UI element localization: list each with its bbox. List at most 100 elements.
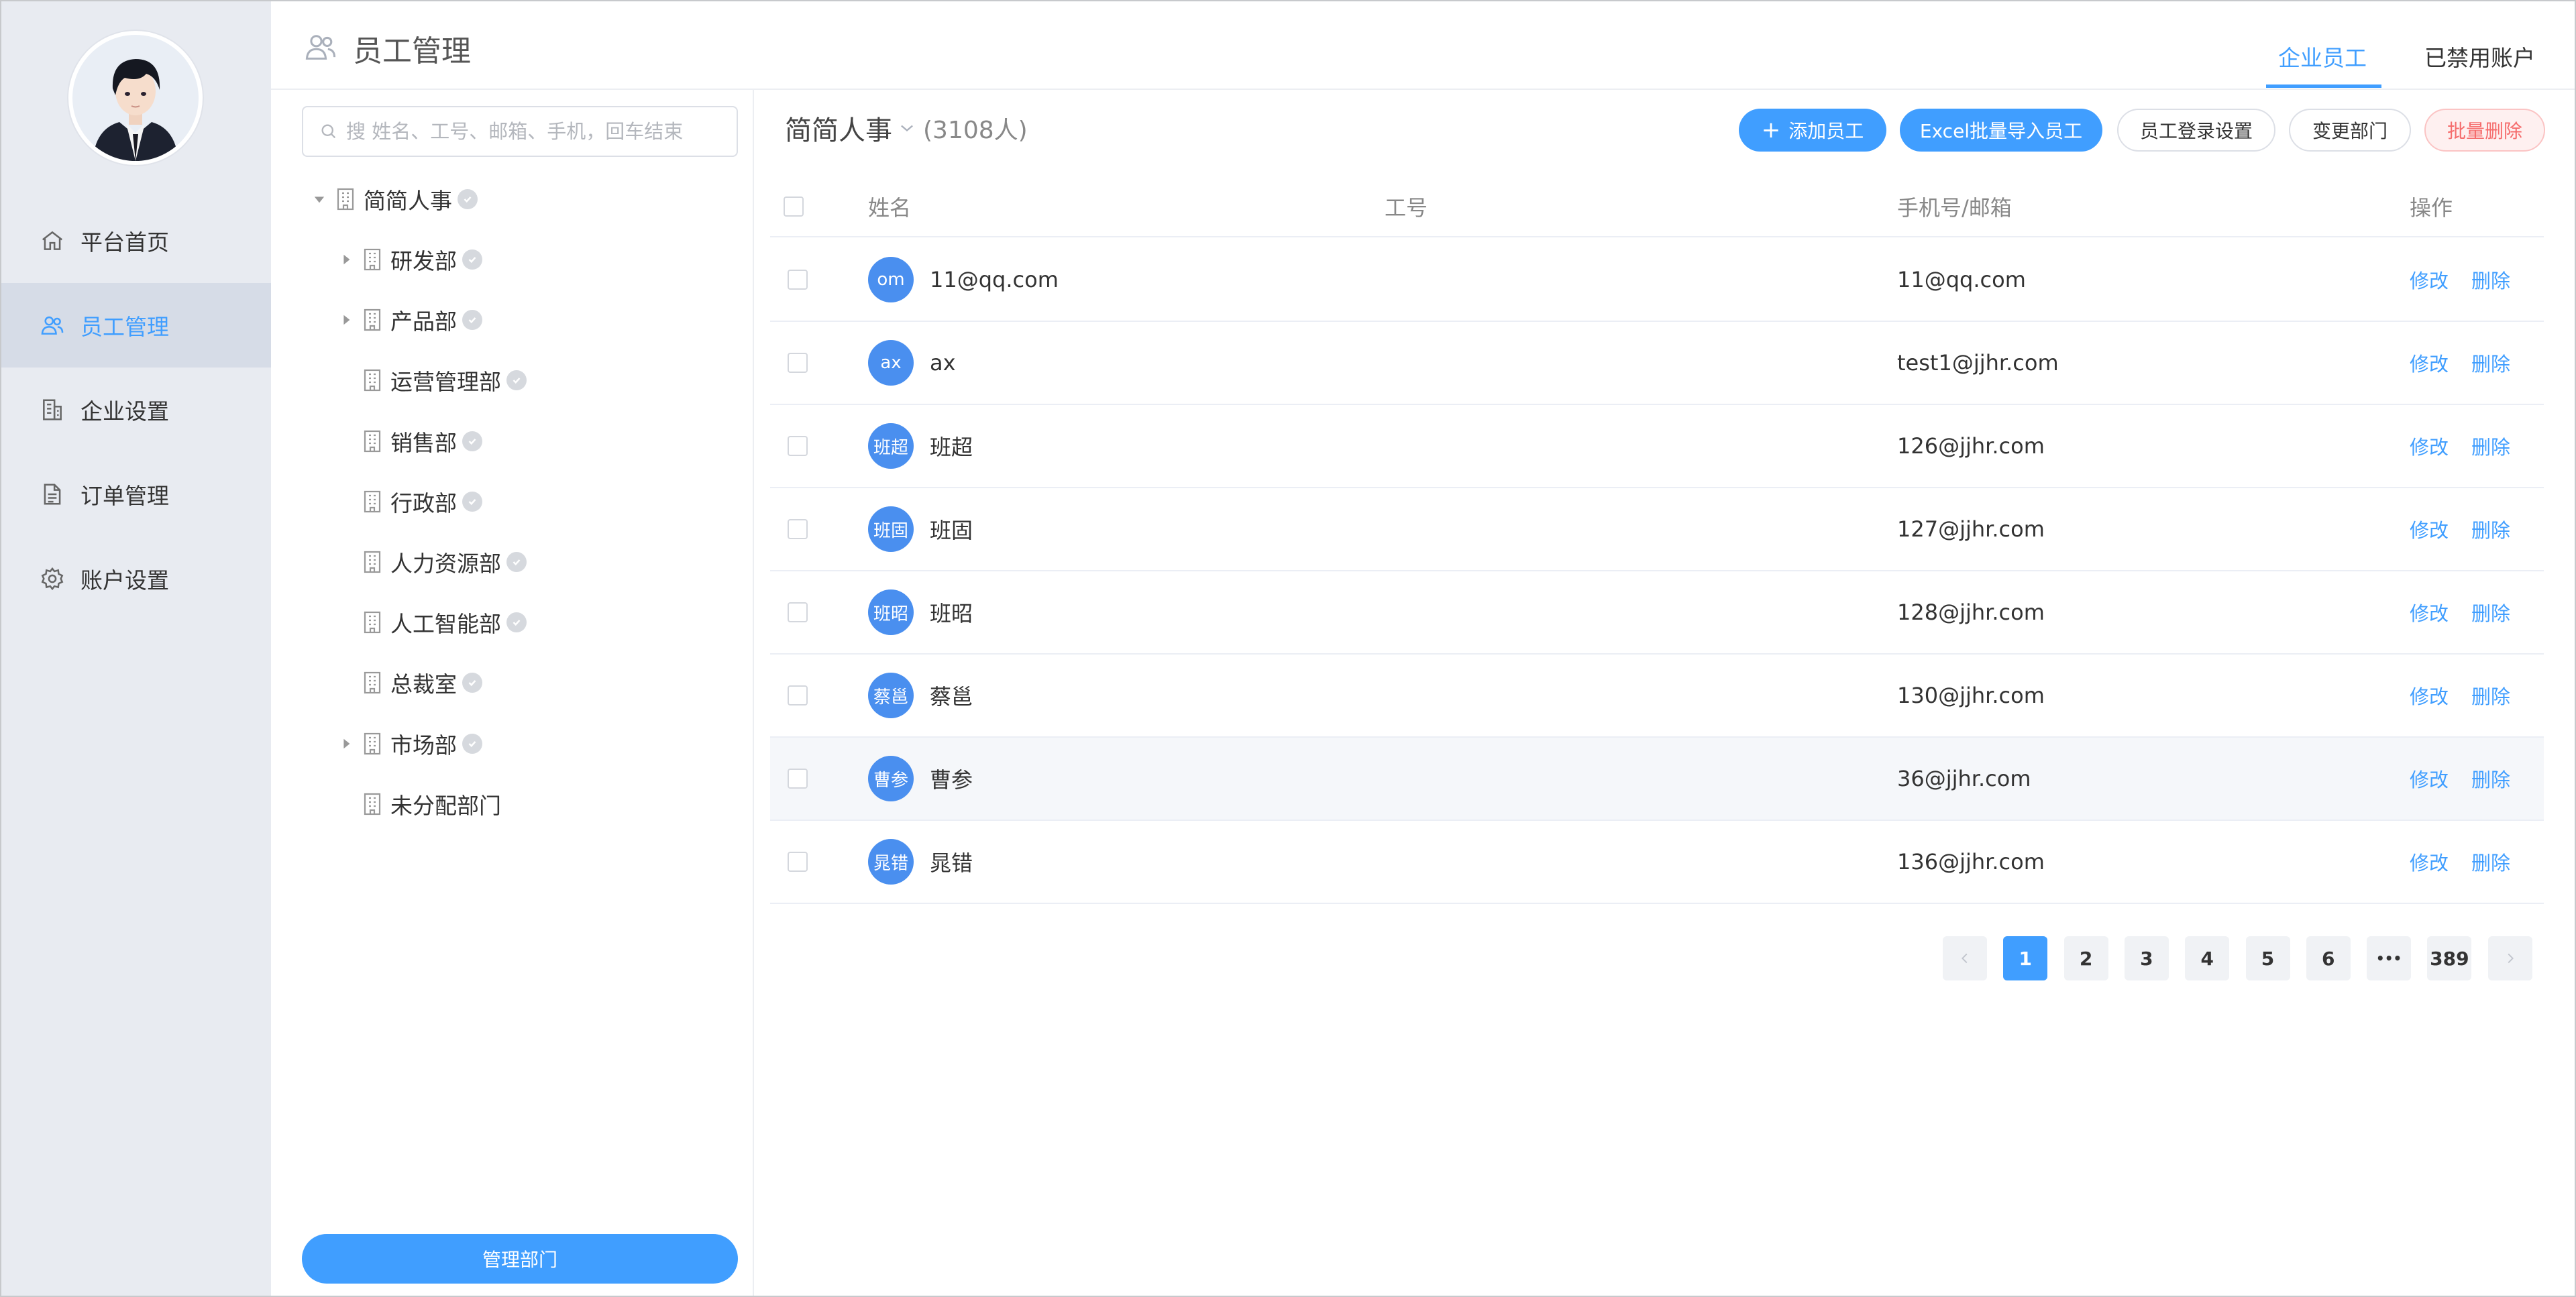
manage-departments-button[interactable]: 管理部门 <box>302 1234 738 1284</box>
tree-node-department[interactable]: 研发部 <box>338 239 482 280</box>
tree-node-department[interactable]: 人工智能部 <box>338 602 527 642</box>
delete-link[interactable]: 删除 <box>2471 765 2510 793</box>
row-checkbox[interactable] <box>788 602 808 622</box>
caret-right-icon[interactable] <box>338 251 354 268</box>
delete-link[interactable]: 删除 <box>2471 515 2510 543</box>
check-circle-icon[interactable] <box>462 673 482 693</box>
check-circle-icon[interactable] <box>506 370 527 391</box>
page-button[interactable]: 5 <box>2245 936 2290 980</box>
caret-placeholder <box>338 494 354 510</box>
delete-link[interactable]: 删除 <box>2471 432 2510 460</box>
page-ellipsis[interactable]: ••• <box>2367 936 2412 980</box>
page-button[interactable]: 3 <box>2124 936 2169 980</box>
tree-node-label: 产品部 <box>390 308 457 335</box>
row-checkbox[interactable] <box>788 769 808 789</box>
check-circle-icon[interactable] <box>462 491 482 512</box>
edit-link[interactable]: 修改 <box>2410 681 2449 710</box>
tree-node-department[interactable]: 行政部 <box>338 482 482 522</box>
column-operations: 操作 <box>2410 195 2453 221</box>
caret-placeholder <box>338 675 354 691</box>
next-page-button[interactable] <box>2487 936 2532 980</box>
tree-node-label: 销售部 <box>390 429 457 456</box>
department-panel: 简简人事研发部产品部运营管理部销售部行政部人力资源部人工智能部总裁室市场部未分配… <box>271 90 754 1297</box>
tree-node-department[interactable]: 销售部 <box>338 421 482 461</box>
edit-link[interactable]: 修改 <box>2410 598 2449 626</box>
chevron-down-icon[interactable] <box>898 119 916 137</box>
row-checkbox[interactable] <box>788 519 808 539</box>
page-button[interactable]: 2 <box>2063 936 2108 980</box>
add-employee-button[interactable]: + 添加员工 <box>1739 109 1886 152</box>
caret-right-icon[interactable] <box>338 312 354 328</box>
edit-link[interactable]: 修改 <box>2410 848 2449 876</box>
caret-down-icon[interactable] <box>311 191 327 207</box>
change-department-button[interactable]: 变更部门 <box>2289 109 2411 152</box>
tab-active-employees[interactable]: 企业员工 <box>2278 40 2367 72</box>
delete-link[interactable]: 删除 <box>2471 266 2510 294</box>
page-button[interactable]: 6 <box>2306 936 2351 980</box>
row-checkbox[interactable] <box>788 852 808 872</box>
page-title: 员工管理 <box>353 34 471 68</box>
check-circle-icon[interactable] <box>462 733 482 754</box>
tree-node-department[interactable]: 人力资源部 <box>338 542 527 582</box>
page-button-last[interactable]: 389 <box>2427 936 2472 980</box>
excel-import-button[interactable]: Excel批量导入员工 <box>1900 109 2102 152</box>
delete-link[interactable]: 删除 <box>2471 598 2510 626</box>
login-settings-button[interactable]: 员工登录设置 <box>2117 109 2275 152</box>
search-input[interactable] <box>346 120 722 143</box>
employee-name: 班昭 <box>930 601 973 626</box>
operations-cell: 修改 删除 <box>2410 655 2510 736</box>
row-checkbox[interactable] <box>788 353 808 373</box>
search-box <box>302 106 738 157</box>
row-checkbox-cell <box>788 738 808 820</box>
employee-name: 曹参 <box>930 767 973 793</box>
page-button[interactable]: 4 <box>2185 936 2230 980</box>
delete-link[interactable]: 删除 <box>2471 681 2510 710</box>
check-circle-icon[interactable] <box>462 249 482 270</box>
users-icon <box>39 312 66 339</box>
tree-node-department[interactable]: 产品部 <box>338 300 482 340</box>
nav-item-company-settings[interactable]: 企业设置 <box>0 368 271 452</box>
edit-link[interactable]: 修改 <box>2410 266 2449 294</box>
row-checkbox[interactable] <box>788 270 808 290</box>
nav-item-home[interactable]: 平台首页 <box>0 199 271 283</box>
gear-icon <box>39 565 66 592</box>
page-button[interactable]: 1 <box>2003 936 2048 980</box>
edit-link[interactable]: 修改 <box>2410 765 2449 793</box>
employee-contact: 127@jjhr.com <box>1897 516 2045 542</box>
nav-item-label: 订单管理 <box>80 483 169 509</box>
delete-link[interactable]: 删除 <box>2471 848 2510 876</box>
delete-link[interactable]: 删除 <box>2471 349 2510 377</box>
edit-link[interactable]: 修改 <box>2410 349 2449 377</box>
check-circle-icon[interactable] <box>462 310 482 331</box>
check-circle-icon[interactable] <box>462 431 482 451</box>
caret-placeholder <box>338 433 354 449</box>
caret-right-icon[interactable] <box>338 736 354 752</box>
edit-link[interactable]: 修改 <box>2410 432 2449 460</box>
tree-node-root[interactable]: 简简人事 <box>311 179 478 219</box>
check-circle-icon[interactable] <box>458 189 478 209</box>
building-icon <box>362 611 382 634</box>
nav-item-orders[interactable]: 订单管理 <box>0 452 271 537</box>
tab-disabled-accounts[interactable]: 已禁用账户 <box>2424 40 2535 72</box>
row-checkbox[interactable] <box>788 685 808 706</box>
tree-node-department[interactable]: 总裁室 <box>338 663 482 703</box>
table-row: 曹参 曹参 36@jjhr.com 修改 删除 <box>770 738 2544 821</box>
nav-item-account-settings[interactable]: 账户设置 <box>0 537 271 621</box>
batch-delete-button[interactable]: 批量删除 <box>2424 109 2545 152</box>
nav-item-employees[interactable]: 员工管理 <box>0 283 271 368</box>
tree-node-department[interactable]: 未分配部门 <box>338 784 501 824</box>
user-avatar[interactable] <box>68 31 203 165</box>
tree-node-label: 人工智能部 <box>390 611 501 638</box>
check-circle-icon[interactable] <box>506 612 527 633</box>
tree-node-department[interactable]: 运营管理部 <box>338 360 527 400</box>
check-circle-icon[interactable] <box>506 552 527 572</box>
avatar: 班昭 <box>868 589 914 635</box>
employee-contact: 130@jjhr.com <box>1897 683 2045 708</box>
row-checkbox[interactable] <box>788 436 808 456</box>
prev-page-button[interactable] <box>1943 936 1987 980</box>
building-icon <box>362 369 382 392</box>
edit-link[interactable]: 修改 <box>2410 515 2449 543</box>
tree-node-department[interactable]: 市场部 <box>338 724 482 764</box>
column-contact: 手机号/邮箱 <box>1897 195 2012 221</box>
select-all-checkbox[interactable] <box>784 196 804 217</box>
